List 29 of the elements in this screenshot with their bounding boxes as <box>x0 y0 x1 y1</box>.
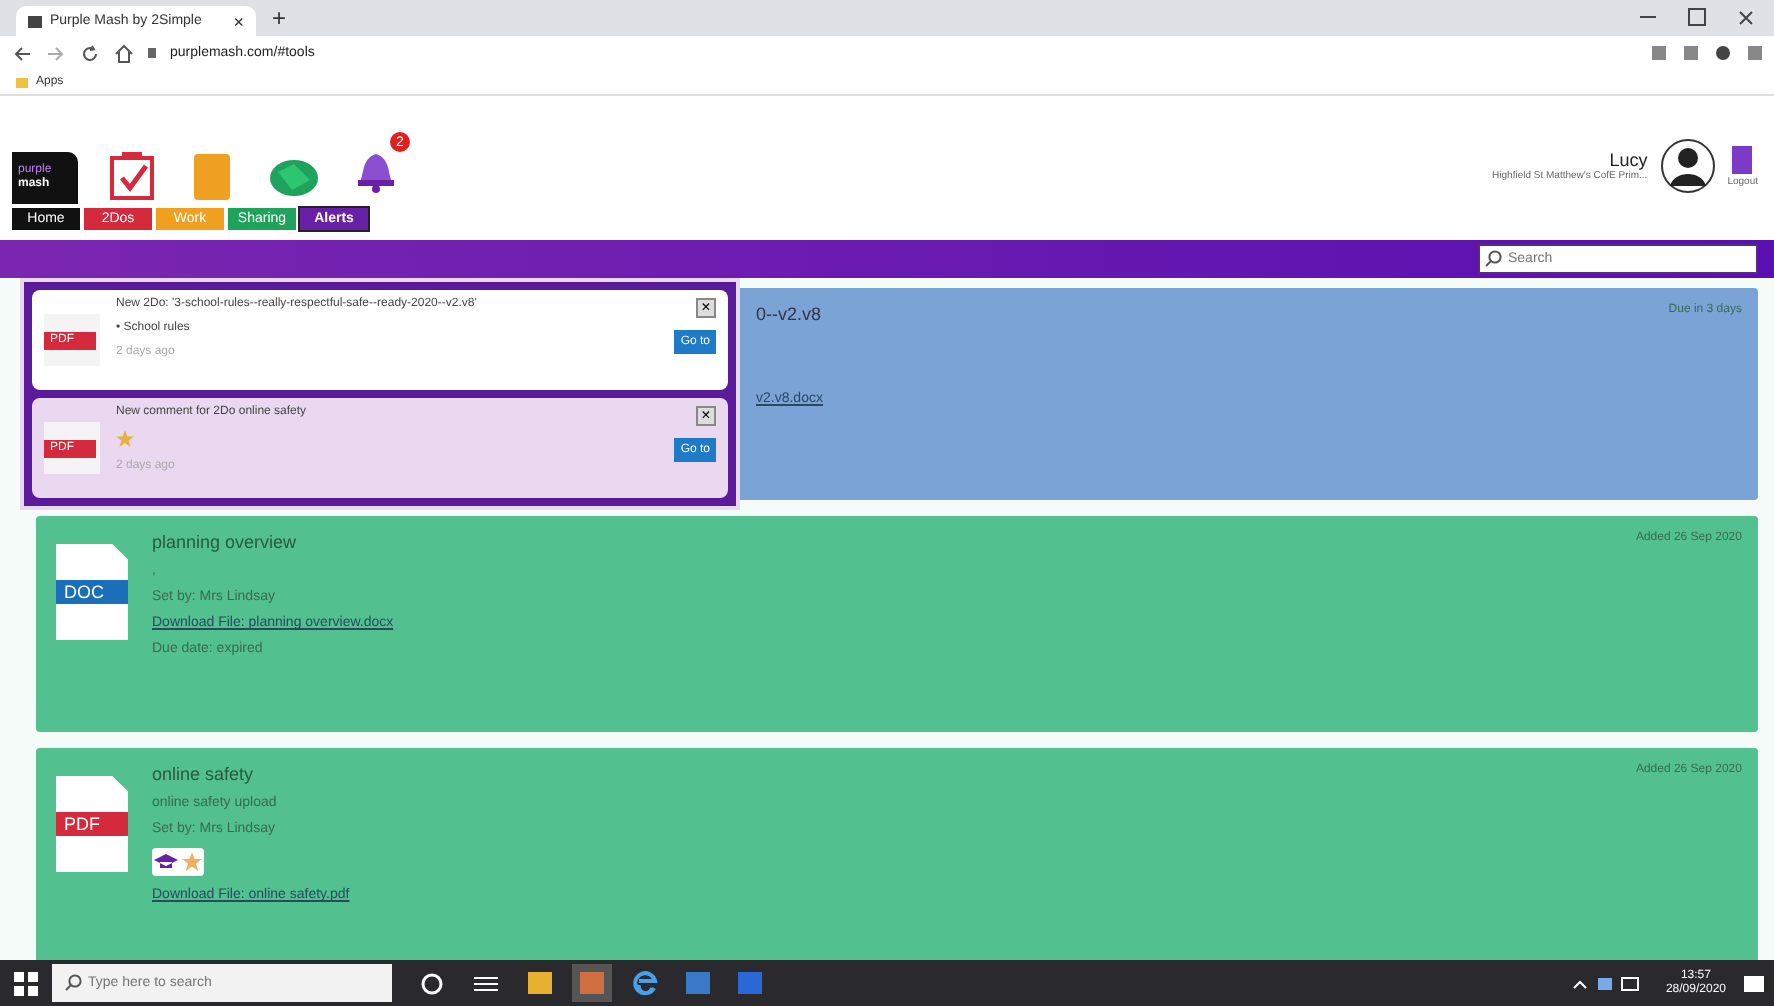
reload-icon[interactable] <box>80 43 100 63</box>
edge-icon[interactable] <box>632 970 658 996</box>
task-view-icon[interactable] <box>472 971 500 995</box>
file-type-label: PDF <box>56 812 128 836</box>
page-icon <box>28 15 42 27</box>
notification-icon[interactable] <box>1742 971 1766 995</box>
search-icon <box>64 974 82 992</box>
home-icon[interactable] <box>114 43 134 63</box>
new-tab-button[interactable]: + <box>272 4 287 32</box>
start-icon[interactable] <box>12 969 40 997</box>
card-title: online safety <box>152 764 256 784</box>
avatar-icon[interactable] <box>1659 138 1716 194</box>
card-title: planning overview <box>152 532 299 552</box>
back-icon[interactable] <box>12 43 32 63</box>
close-tab-button[interactable]: × <box>233 11 244 31</box>
folder-icon <box>16 77 28 87</box>
cap-icon <box>154 852 178 872</box>
checklist-icon[interactable] <box>106 148 158 204</box>
close-button[interactable]: × <box>696 298 716 318</box>
profile-icon[interactable] <box>1716 46 1730 60</box>
close-icon[interactable] <box>1738 9 1754 25</box>
door-icon[interactable] <box>1730 144 1755 176</box>
user-name: Lucy <box>1609 150 1648 170</box>
maximize-icon[interactable] <box>1688 8 1706 26</box>
close-button[interactable]: × <box>696 406 716 426</box>
search-icon <box>1484 250 1502 268</box>
card-title: 0--v2.v8 <box>756 304 824 324</box>
cortana-icon[interactable] <box>420 971 444 995</box>
file-type-label: DOC <box>56 580 128 604</box>
